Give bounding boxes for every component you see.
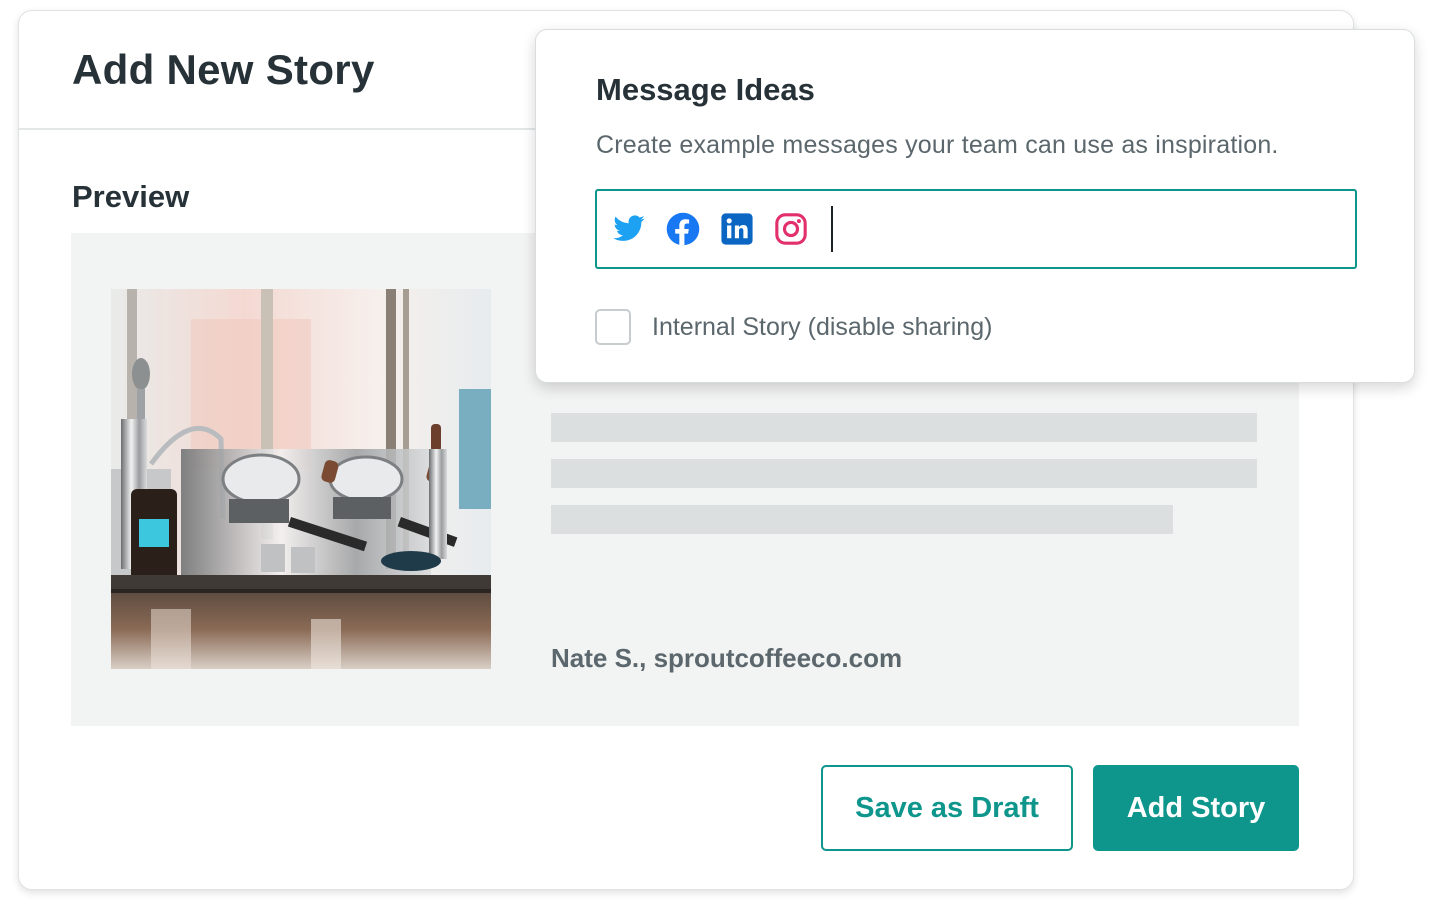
text-placeholder-line — [551, 459, 1257, 488]
message-ideas-description: Create example messages your team can us… — [596, 131, 1279, 159]
text-placeholder-line — [551, 505, 1173, 534]
linkedin-icon[interactable] — [719, 211, 755, 247]
dialog-title: Add New Story — [72, 45, 375, 93]
instagram-icon[interactable] — [773, 211, 809, 247]
message-compose-field[interactable] — [595, 189, 1357, 269]
internal-story-checkbox[interactable] — [595, 309, 631, 345]
internal-story-option[interactable]: Internal Story (disable sharing) — [595, 309, 992, 345]
message-ideas-popover: Message Ideas Create example messages yo… — [535, 29, 1415, 383]
preview-label: Preview — [72, 179, 190, 214]
text-placeholder-line — [551, 413, 1257, 442]
internal-story-label: Internal Story (disable sharing) — [652, 312, 993, 341]
story-image — [111, 289, 491, 669]
facebook-icon[interactable] — [665, 211, 701, 247]
save-as-draft-button[interactable]: Save as Draft — [821, 765, 1073, 851]
twitter-icon[interactable] — [611, 211, 647, 247]
story-attribution: Nate S., sproutcoffeeco.com — [551, 643, 903, 673]
text-cursor — [831, 206, 833, 252]
message-ideas-title: Message Ideas — [596, 72, 815, 107]
add-story-button[interactable]: Add Story — [1093, 765, 1299, 851]
